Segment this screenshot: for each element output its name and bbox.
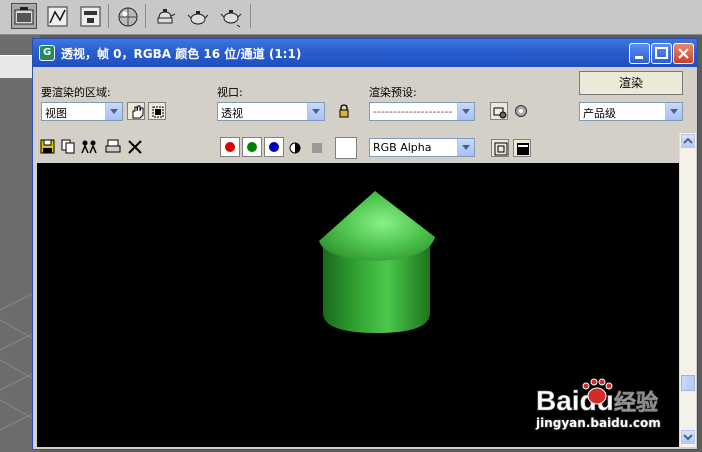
background-panel-tab (0, 55, 36, 78)
region-icon (152, 106, 164, 118)
environment-button[interactable] (512, 102, 530, 120)
teapot-icon (187, 11, 209, 25)
chevron-down-icon (457, 103, 474, 120)
maximize-button[interactable] (651, 43, 672, 64)
schematic-view-button[interactable] (77, 3, 103, 29)
clone-icon[interactable] (81, 139, 97, 155)
close-icon (678, 48, 689, 59)
color-swatch[interactable] (335, 137, 357, 159)
teapot-frame-icon (157, 9, 176, 24)
render-canvas (37, 163, 679, 447)
blue-channel-icon (269, 142, 279, 152)
app-toolbar (0, 0, 702, 35)
scroll-thumb[interactable] (681, 375, 695, 391)
preset-label: 渲染预设: (369, 86, 417, 99)
scroll-up-button[interactable] (681, 134, 695, 148)
blue-channel-button[interactable] (264, 137, 284, 157)
red-channel-button[interactable] (220, 137, 240, 157)
green-channel-icon (247, 142, 257, 152)
hand-icon (132, 105, 144, 119)
rendered-frame-window: G 透视，帧 0，RGBA 颜色 16 位/通道 (1:1) 要渲染的区域: 视… (32, 38, 698, 450)
preset-dropdown[interactable]: -------------------- (369, 102, 475, 121)
red-channel-icon (225, 142, 235, 152)
chevron-down-icon (683, 434, 693, 441)
toggle-ui-button[interactable] (513, 139, 531, 157)
rendered-cylinder-cone (319, 191, 435, 333)
quality-dropdown[interactable]: 产品级 (579, 102, 683, 121)
window-title: 透视，帧 0，RGBA 颜色 16 位/通道 (1:1) (61, 47, 302, 61)
display-icon (517, 143, 529, 155)
gear-icon (515, 105, 527, 117)
curve-editor-button[interactable] (44, 3, 70, 29)
vertical-scrollbar[interactable] (679, 133, 696, 447)
frame-toolbar: RGB Alpha (33, 131, 697, 161)
maximize-icon (655, 47, 668, 59)
quick-render-button[interactable] (184, 3, 210, 29)
copy-icon[interactable] (61, 139, 77, 155)
render-controls-panel: 要渲染的区域: 视图 视口: 透视 渲染预设: ----------------… (33, 67, 697, 131)
title-bar[interactable]: G 透视，帧 0，RGBA 颜色 16 位/通道 (1:1) (33, 39, 697, 67)
monochrome-icon[interactable] (311, 142, 327, 158)
chevron-up-icon (683, 137, 693, 144)
preset-value: -------------------- (373, 105, 453, 118)
area-value: 视图 (45, 107, 67, 120)
green-channel-button[interactable] (242, 137, 262, 157)
render-setup-small-button[interactable] (490, 102, 508, 120)
minimize-icon (635, 56, 643, 59)
chevron-down-icon (307, 103, 324, 120)
toggle-ui-overlay-button[interactable] (491, 139, 509, 157)
area-dropdown[interactable]: 视图 (41, 102, 123, 121)
active-shade-button[interactable] (217, 3, 243, 29)
clear-icon[interactable] (127, 139, 143, 155)
render-button[interactable]: 渲染 (579, 71, 683, 95)
pan-region-button[interactable] (127, 102, 145, 120)
chevron-down-icon (457, 139, 474, 156)
render-scene-button[interactable] (151, 3, 177, 29)
render-setup-icon (493, 107, 507, 119)
chevron-down-icon (105, 103, 122, 120)
save-icon[interactable] (40, 139, 56, 155)
material-sphere-icon (118, 7, 138, 27)
minimize-button[interactable] (629, 43, 650, 64)
schematic-icon (80, 6, 101, 27)
lock-icon (339, 104, 349, 118)
channel-display-value: RGB Alpha (373, 141, 432, 154)
lock-viewport-button[interactable] (335, 102, 353, 120)
material-editor-button[interactable] (114, 3, 140, 29)
alpha-channel-icon[interactable] (289, 142, 305, 158)
close-button[interactable] (673, 43, 694, 64)
viewport-dropdown[interactable]: 透视 (217, 102, 325, 121)
channel-display-dropdown[interactable]: RGB Alpha (369, 138, 475, 157)
curve-icon (47, 6, 68, 27)
overlay-icon (494, 142, 508, 156)
print-icon[interactable] (105, 139, 121, 155)
chevron-down-icon (665, 103, 682, 120)
edit-region-button[interactable] (148, 102, 166, 120)
app-logo-icon: G (39, 45, 55, 61)
teapot-shade-icon (220, 10, 242, 28)
render-frame-icon (14, 7, 34, 25)
scroll-down-button[interactable] (681, 430, 695, 444)
viewport-value: 透视 (221, 107, 243, 120)
area-label: 要渲染的区域: (41, 86, 111, 99)
quality-value: 产品级 (583, 107, 616, 120)
render-setup-button[interactable] (11, 3, 37, 29)
viewport-label: 视口: (217, 86, 243, 99)
